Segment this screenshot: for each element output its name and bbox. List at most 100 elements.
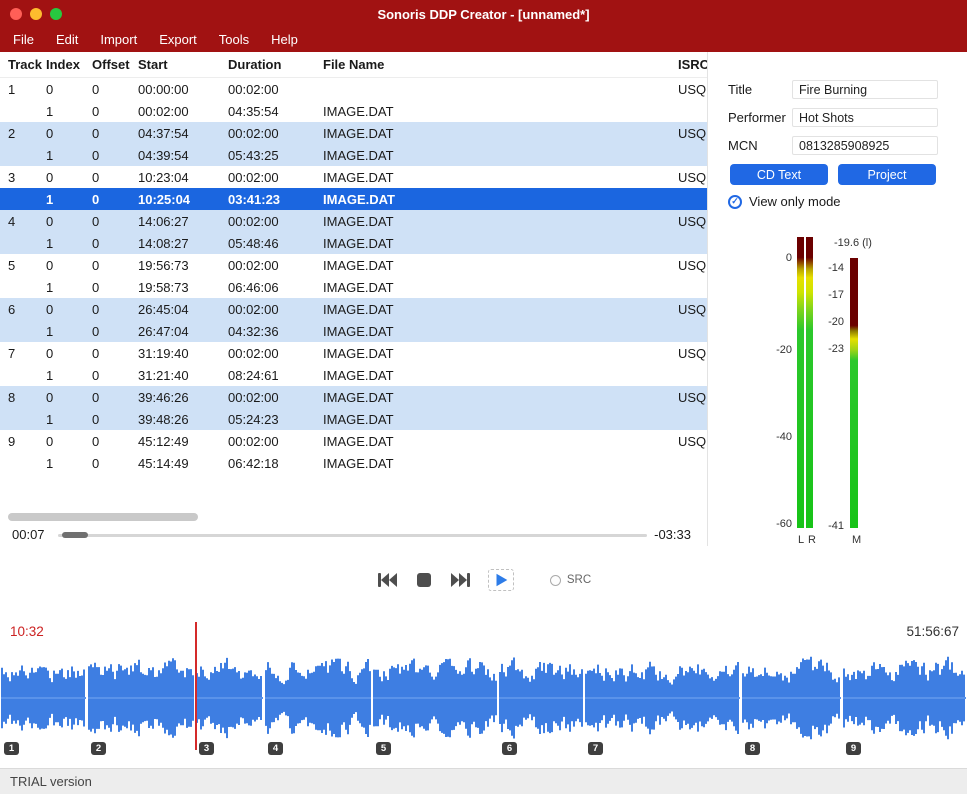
waveform-strip[interactable]: 123456789 [0,648,967,750]
waveform-track-5[interactable] [373,648,497,748]
track-badge-6[interactable]: 6 [502,742,517,755]
title-label: Title [728,82,792,97]
cell-index: 1 [46,368,92,383]
title-input[interactable] [792,80,938,99]
table-row[interactable]: 40014:06:2700:02:00IMAGE.DATUSQ [0,210,707,232]
cell-duration: 00:02:00 [228,258,323,273]
menu-item-tools[interactable]: Tools [208,28,260,52]
m-scale-label-4: -41 [812,520,844,532]
title-field-row: Title [728,80,967,99]
waveform-track-6[interactable] [499,648,583,748]
waveform-track-2[interactable] [88,648,194,748]
track-badge-8[interactable]: 8 [745,742,760,755]
table-row[interactable]: 70031:19:4000:02:00IMAGE.DATUSQ [0,342,707,364]
table-row[interactable]: 10000:00:0000:02:00USQ [0,78,707,100]
waveform-track-7[interactable] [585,648,740,748]
track-badge-4[interactable]: 4 [268,742,283,755]
table-row[interactable]: 1026:47:0404:32:36IMAGE.DAT [0,320,707,342]
table-row[interactable]: 1031:21:4008:24:61IMAGE.DAT [0,364,707,386]
next-track-button[interactable] [450,571,472,589]
cell-file: IMAGE.DAT [323,302,678,317]
close-window-button[interactable] [10,8,22,20]
table-row[interactable]: 90045:12:4900:02:00IMAGE.DATUSQ [0,430,707,452]
window-title: Sonoris DDP Creator - [unnamed*] [377,7,589,22]
table-row[interactable]: 1000:02:0004:35:54IMAGE.DAT [0,100,707,122]
performer-input[interactable] [792,108,938,127]
cell-isrc: USQ [678,214,707,229]
cell-file: IMAGE.DAT [323,456,678,471]
track-badge-5[interactable]: 5 [376,742,391,755]
previous-track-button[interactable] [376,571,398,589]
horizontal-scrollbar-thumb[interactable] [8,513,198,521]
cell-track: 9 [8,434,46,449]
menu-item-export[interactable]: Export [148,28,208,52]
playhead-line [195,622,197,750]
level-meter-mid [850,258,858,528]
app-window: Sonoris DDP Creator - [unnamed*] FileEdi… [0,0,967,794]
cell-duration: 00:02:00 [228,82,323,97]
src-group: SRC [550,574,591,586]
table-row[interactable]: 80039:46:2600:02:00IMAGE.DATUSQ [0,386,707,408]
menubar: FileEditImportExportToolsHelp [0,28,967,52]
seek-slider-thumb[interactable] [62,532,88,538]
remaining-time: -03:33 [654,527,691,542]
waveform-track-9[interactable] [843,648,966,748]
menu-item-import[interactable]: Import [89,28,148,52]
track-badge-9[interactable]: 9 [846,742,861,755]
cell-start: 04:37:54 [138,126,228,141]
table-row[interactable]: 50019:56:7300:02:00IMAGE.DATUSQ [0,254,707,276]
mcn-input[interactable] [792,136,938,155]
cell-index: 1 [46,104,92,119]
waveform-track-3[interactable] [196,648,263,748]
table-row[interactable]: 1039:48:2605:24:23IMAGE.DAT [0,408,707,430]
waveform-track-4[interactable] [265,648,371,748]
cell-start: 14:08:27 [138,236,228,251]
view-only-mode-checkbox-icon[interactable]: ✓ [728,195,742,209]
menu-item-edit[interactable]: Edit [45,28,89,52]
cell-duration: 05:48:46 [228,236,323,251]
cell-file: IMAGE.DAT [323,280,678,295]
table-row[interactable]: 1004:39:5405:43:25IMAGE.DAT [0,144,707,166]
cell-duration: 00:02:00 [228,126,323,141]
table-row[interactable]: 60026:45:0400:02:00IMAGE.DATUSQ [0,298,707,320]
menu-item-help[interactable]: Help [260,28,309,52]
project-button[interactable]: Project [838,164,936,185]
track-badge-2[interactable]: 2 [91,742,106,755]
cell-offset: 0 [92,324,138,339]
waveform-track-8[interactable] [742,648,841,748]
mcn-label: MCN [728,138,792,153]
cd-text-button[interactable]: CD Text [730,164,828,185]
cell-index: 1 [46,236,92,251]
track-badge-1[interactable]: 1 [4,742,19,755]
zoom-window-button[interactable] [50,8,62,20]
minimize-window-button[interactable] [30,8,42,20]
cell-start: 00:02:00 [138,104,228,119]
cell-start: 39:48:26 [138,412,228,427]
cell-index: 0 [46,302,92,317]
waveform-track-1[interactable] [1,648,86,748]
table-row[interactable]: 1014:08:2705:48:46IMAGE.DAT [0,232,707,254]
stop-button[interactable] [414,570,434,590]
table-row[interactable]: 1019:58:7306:46:06IMAGE.DAT [0,276,707,298]
cell-start: 00:00:00 [138,82,228,97]
table-row[interactable]: 30010:23:0400:02:00IMAGE.DATUSQ [0,166,707,188]
cell-track: 2 [8,126,46,141]
cell-index: 0 [46,214,92,229]
seek-slider[interactable] [58,534,647,537]
track-badge-7[interactable]: 7 [588,742,603,755]
cell-start: 45:14:49 [138,456,228,471]
cell-offset: 0 [92,456,138,471]
table-row[interactable]: 1010:25:0403:41:23IMAGE.DAT [0,188,707,210]
cell-offset: 0 [92,434,138,449]
menu-item-file[interactable]: File [2,28,45,52]
track-badge-3[interactable]: 3 [199,742,214,755]
src-label: SRC [567,574,591,586]
cell-index: 0 [46,346,92,361]
cell-index: 1 [46,456,92,471]
column-header-track: Track [8,57,46,72]
play-button[interactable] [488,569,514,591]
cell-start: 10:23:04 [138,170,228,185]
src-indicator[interactable] [550,575,561,586]
table-row[interactable]: 20004:37:5400:02:00IMAGE.DATUSQ [0,122,707,144]
table-row[interactable]: 1045:14:4906:42:18IMAGE.DAT [0,452,707,474]
